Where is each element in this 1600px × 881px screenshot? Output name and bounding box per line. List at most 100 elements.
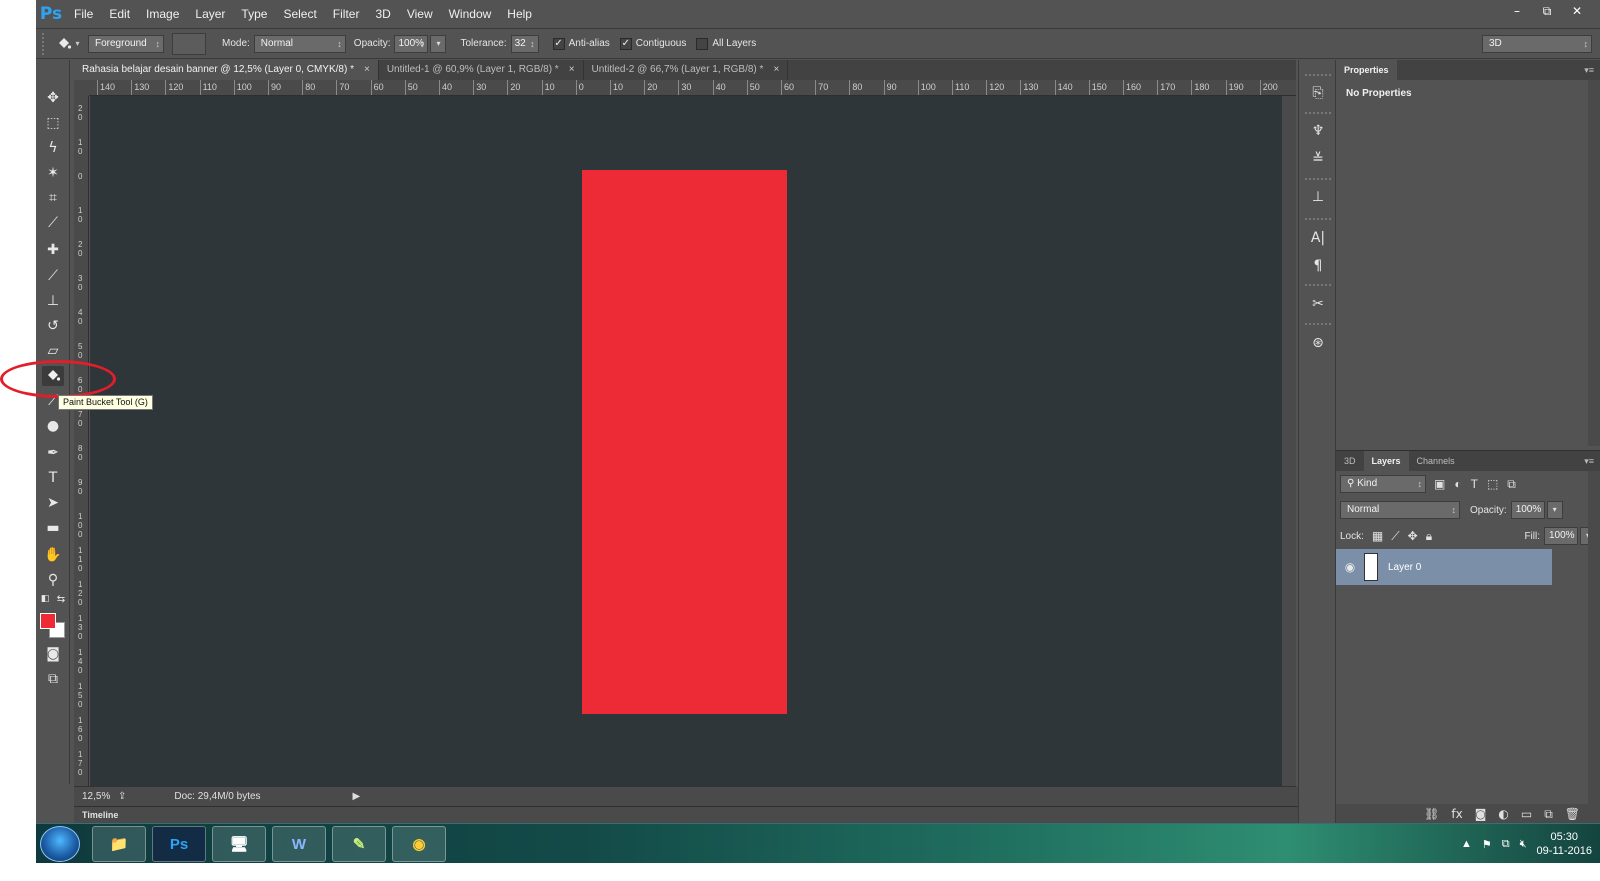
- history-icon[interactable]: ⎘: [1306, 82, 1330, 104]
- brush-presets-icon[interactable]: ♆: [1306, 120, 1330, 142]
- menu-layer[interactable]: Layer: [187, 7, 233, 21]
- opacity-field[interactable]: 100%: [394, 34, 429, 53]
- layer-name[interactable]: Layer 0: [1388, 562, 1421, 573]
- rectangle-icon[interactable]: ▬: [42, 518, 64, 538]
- volume-muted-icon[interactable]: 🔇︎: [1520, 838, 1527, 851]
- tab-rahasia[interactable]: Rahasia belajar desain banner @ 12,5% (L…: [74, 60, 379, 80]
- mode-select[interactable]: Normal: [253, 34, 346, 53]
- link-icon[interactable]: ⛓: [1424, 807, 1439, 821]
- group-folder-icon[interactable]: ▭: [1521, 807, 1532, 821]
- hand-icon[interactable]: ✋: [42, 545, 64, 565]
- start-button-icon[interactable]: [40, 826, 80, 862]
- tool-preset-picker[interactable]: ▾: [48, 36, 88, 52]
- lock-transparent-icon[interactable]: ▦: [1372, 529, 1383, 544]
- lock-position-icon[interactable]: ✥: [1408, 529, 1418, 544]
- strip-grip[interactable]: [1305, 74, 1331, 77]
- pen-icon[interactable]: ✒: [42, 443, 64, 463]
- adjustment-layer-icon[interactable]: ◐: [1498, 807, 1508, 821]
- strip-grip[interactable]: [1305, 112, 1331, 115]
- smart-object-filter-icon[interactable]: ⧉: [1507, 477, 1516, 492]
- layer-row[interactable]: ◉ Layer 0: [1336, 549, 1552, 585]
- healing-icon[interactable]: ✚: [42, 240, 64, 260]
- tool-presets-icon[interactable]: ✂: [1306, 293, 1330, 315]
- type-filter-icon[interactable]: T: [1471, 477, 1478, 492]
- workspace-select[interactable]: 3D: [1482, 34, 1592, 53]
- tab-untitled-2[interactable]: Untitled-2 @ 66,7% (Layer 1, RGB/8) * ×: [584, 60, 789, 80]
- magic-wand-icon[interactable]: ✶: [42, 163, 64, 183]
- visibility-eye-icon[interactable]: ◉: [1336, 560, 1364, 574]
- adjustments-icon[interactable]: ≚: [1306, 148, 1330, 170]
- menu-select[interactable]: Select: [275, 7, 324, 21]
- restore-button[interactable]: ⧉: [1534, 2, 1560, 20]
- panel-menu-icon[interactable]: ▾≡: [1584, 60, 1600, 80]
- creative-cloud-icon[interactable]: ⊛: [1306, 332, 1330, 354]
- minimize-button[interactable]: –: [1504, 2, 1530, 20]
- trash-icon[interactable]: 🗑︎: [1565, 807, 1580, 821]
- path-select-icon[interactable]: ➤: [42, 493, 64, 513]
- menu-3d[interactable]: 3D: [367, 7, 398, 21]
- properties-scrollbar[interactable]: [1588, 80, 1600, 446]
- clock[interactable]: 05:30 09-11-2016: [1537, 830, 1592, 858]
- lock-all-icon[interactable]: 🔒︎: [1426, 529, 1432, 544]
- zoom-icon[interactable]: ⚲: [42, 570, 64, 590]
- eyedropper-icon[interactable]: ⟋: [42, 213, 64, 233]
- marquee-icon[interactable]: ⬚: [42, 113, 64, 133]
- history-brush-icon[interactable]: ↺: [42, 316, 64, 336]
- layer-opacity-dropdown[interactable]: ▾: [1546, 501, 1563, 519]
- network-icon[interactable]: ⧉: [1502, 838, 1510, 851]
- menu-view[interactable]: View: [399, 7, 441, 21]
- mask-icon[interactable]: ◙: [1475, 807, 1487, 821]
- foreground-color-swatch[interactable]: [40, 613, 56, 629]
- menu-image[interactable]: Image: [138, 7, 187, 21]
- menu-help[interactable]: Help: [499, 7, 540, 21]
- taskbar-word[interactable]: W: [272, 826, 326, 862]
- all-layers-checkbox[interactable]: [696, 37, 709, 50]
- close-icon[interactable]: ×: [569, 64, 575, 75]
- strip-grip[interactable]: [1305, 178, 1331, 181]
- antialias-checkbox[interactable]: ✓: [552, 37, 565, 50]
- taskbar-control-panel[interactable]: 🖥: [212, 826, 266, 862]
- strip-grip[interactable]: [1305, 284, 1331, 287]
- layer-opacity-field[interactable]: 100%: [1510, 501, 1545, 519]
- horizontal-ruler[interactable]: 140 130 120 110 100 90 80 70 60 50 40 30 20 10 0 10 20 30…: [89, 80, 1296, 96]
- menu-type[interactable]: Type: [233, 7, 275, 21]
- stamp-icon[interactable]: ⊥: [42, 291, 64, 311]
- pattern-picker[interactable]: [172, 32, 206, 55]
- zoom-small-icon[interactable]: ●: [42, 416, 64, 436]
- tab-channels[interactable]: Channels: [1409, 451, 1463, 471]
- quick-mask-icon[interactable]: ◙: [42, 644, 64, 664]
- crop-icon[interactable]: ⌗: [42, 188, 64, 208]
- fx-icon[interactable]: fx: [1451, 807, 1462, 821]
- menu-window[interactable]: Window: [441, 7, 500, 21]
- move-icon[interactable]: ✥: [42, 88, 64, 108]
- paint-bucket-icon[interactable]: [42, 366, 64, 386]
- layers-scrollbar[interactable]: [1588, 471, 1600, 805]
- close-icon[interactable]: ×: [364, 64, 370, 75]
- tab-layers[interactable]: Layers: [1363, 451, 1409, 471]
- lock-pixels-icon[interactable]: ⟋: [1391, 529, 1399, 544]
- panel-menu-icon[interactable]: ▾≡: [1584, 451, 1600, 471]
- menu-file[interactable]: File: [66, 7, 101, 21]
- strip-grip[interactable]: [1305, 218, 1331, 221]
- taskbar-explorer[interactable]: 📁: [92, 826, 146, 862]
- tray-expand-icon[interactable]: ▲: [1461, 838, 1472, 850]
- taskbar-chrome[interactable]: ◉: [392, 826, 446, 862]
- close-icon[interactable]: ×: [773, 64, 779, 75]
- screen-mode-icon[interactable]: ⧉: [42, 669, 64, 689]
- fill-source-select[interactable]: Foreground: [88, 34, 164, 53]
- clone-source-icon[interactable]: ⊥: [1306, 186, 1330, 208]
- status-menu-arrow[interactable]: ▶: [353, 791, 361, 802]
- fill-field[interactable]: 100%: [1544, 527, 1578, 545]
- tolerance-field[interactable]: 32: [510, 34, 539, 53]
- swap-colors-icon[interactable]: ⇆: [54, 592, 68, 606]
- canvas-area[interactable]: [90, 96, 1282, 786]
- paragraph-icon[interactable]: ¶: [1306, 255, 1330, 277]
- lasso-icon[interactable]: ϟ: [42, 138, 64, 158]
- menu-filter[interactable]: Filter: [325, 7, 368, 21]
- share-icon[interactable]: ⇪: [118, 791, 126, 802]
- shape-filter-icon[interactable]: ⬚: [1487, 477, 1498, 492]
- zoom-level[interactable]: 12,5%: [74, 791, 114, 802]
- tab-3d[interactable]: 3D: [1336, 451, 1364, 471]
- default-colors-icon[interactable]: ◧: [38, 592, 52, 606]
- brush-icon[interactable]: ⟋: [42, 266, 64, 286]
